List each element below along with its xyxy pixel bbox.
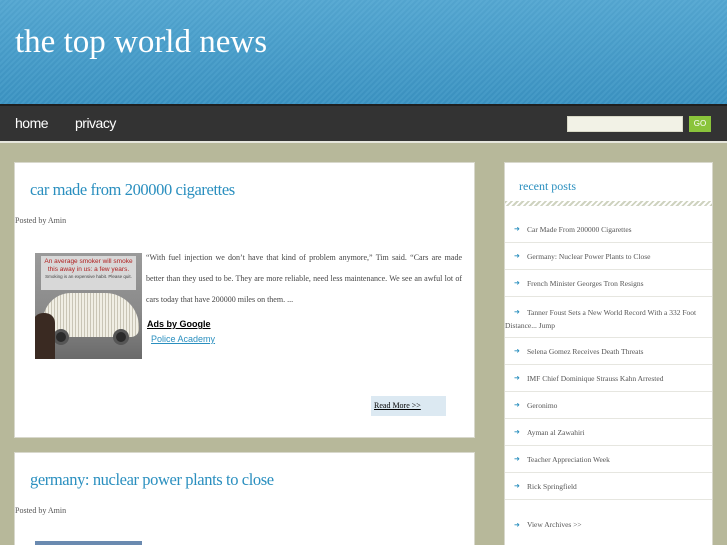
- chevron-right-icon: ➜: [514, 401, 520, 409]
- post-thumbnail[interactable]: [35, 541, 142, 545]
- recent-post-link[interactable]: Germany: Nuclear Power Plants to Close: [527, 252, 651, 261]
- post-title[interactable]: car made from 200000 cigarettes: [30, 180, 235, 200]
- chevron-right-icon: ➜: [514, 482, 520, 490]
- post-excerpt: “With fuel injection we don’t have that …: [146, 253, 462, 304]
- ad-link[interactable]: Police Academy: [151, 334, 215, 344]
- view-archives-item[interactable]: ➜ View Archives >>: [505, 500, 712, 545]
- recent-post-link[interactable]: Tanner Foust Sets a New World Record Wit…: [505, 308, 696, 330]
- post-author: Posted by Amin: [15, 506, 67, 515]
- chevron-right-icon: ➜: [514, 455, 520, 463]
- sidebar: recent posts ➜ Car Made From 200000 Cigar…: [504, 162, 713, 545]
- chevron-right-icon: ➜: [514, 279, 520, 287]
- car-wheel-icon: [53, 329, 69, 345]
- post-card: germany: nuclear power plants to close P…: [14, 452, 475, 545]
- chevron-right-icon: ➜: [514, 428, 520, 436]
- chevron-right-icon: ➜: [514, 308, 520, 316]
- recent-post-item[interactable]: ➜ Teacher Appreciation Week: [505, 446, 712, 473]
- search-input[interactable]: [567, 116, 683, 132]
- recent-post-link[interactable]: IMF Chief Dominique Strauss Kahn Arreste…: [527, 374, 663, 383]
- person-silhouette: [35, 313, 55, 359]
- chevron-right-icon: ➜: [514, 347, 520, 355]
- recent-post-link[interactable]: Ayman al Zawahiri: [527, 428, 585, 437]
- post-card: car made from 200000 cigarettes Posted b…: [14, 162, 475, 438]
- post-thumbnail[interactable]: An average smoker will smoke this away i…: [35, 253, 142, 359]
- recent-post-item[interactable]: ➜ French Minister Georges Tron Resigns: [505, 270, 712, 297]
- main-nav: home privacy GO: [0, 104, 727, 143]
- recent-post-link[interactable]: Teacher Appreciation Week: [527, 455, 610, 464]
- view-archives-link[interactable]: View Archives >>: [527, 520, 582, 529]
- site-header: the top world news: [0, 0, 727, 104]
- search-go-button[interactable]: GO: [689, 116, 711, 132]
- recent-post-item[interactable]: ➜ Ayman al Zawahiri: [505, 419, 712, 446]
- read-more-button[interactable]: Read More >>: [371, 396, 446, 416]
- read-more-label: Read More >>: [374, 401, 421, 410]
- thumbnail-sign-small-text: Smoking is an expensive habit. Please qu…: [45, 274, 132, 279]
- recent-post-item[interactable]: ➜ Car Made From 200000 Cigarettes: [505, 216, 712, 243]
- sidebar-title: recent posts: [519, 179, 576, 193]
- nav-privacy-link[interactable]: privacy: [75, 115, 116, 131]
- recent-posts-list: ➜ Car Made From 200000 Cigarettes ➜ German…: [505, 216, 712, 545]
- site-title[interactable]: the top world news: [15, 24, 267, 61]
- recent-post-item[interactable]: ➜ Selena Gomez Receives Death Threats: [505, 338, 712, 365]
- chevron-right-icon: ➜: [514, 252, 520, 260]
- recent-post-link[interactable]: Geronimo: [527, 401, 557, 410]
- recent-post-link[interactable]: Selena Gomez Receives Death Threats: [527, 347, 643, 356]
- post-title[interactable]: germany: nuclear power plants to close: [30, 470, 274, 490]
- thumbnail-sign-text: An average smoker will smoke this away i…: [44, 258, 133, 273]
- recent-post-link[interactable]: Car Made From 200000 Cigarettes: [527, 225, 632, 234]
- car-wheel-icon: [113, 329, 129, 345]
- recent-post-item[interactable]: ➜ Tanner Foust Sets a New World Record Wi…: [505, 297, 712, 338]
- ads-by-google-link[interactable]: Ads by Google: [147, 319, 211, 329]
- recent-post-item[interactable]: ➜ Rick Springfield: [505, 473, 712, 500]
- recent-post-item[interactable]: ➜ IMF Chief Dominique Strauss Kahn Arrest…: [505, 365, 712, 392]
- post-author: Posted by Amin: [15, 216, 67, 225]
- sidebar-divider: [505, 201, 712, 206]
- chevron-right-icon: ➜: [514, 225, 520, 233]
- recent-post-item[interactable]: ➜ Geronimo: [505, 392, 712, 419]
- recent-post-item[interactable]: ➜ Germany: Nuclear Power Plants to Close: [505, 243, 712, 270]
- chevron-right-icon: ➜: [514, 521, 520, 529]
- recent-post-link[interactable]: Rick Springfield: [527, 482, 577, 491]
- recent-post-link[interactable]: French Minister Georges Tron Resigns: [527, 279, 644, 288]
- chevron-right-icon: ➜: [514, 374, 520, 382]
- thumbnail-sign: An average smoker will smoke this away i…: [41, 256, 136, 290]
- nav-home-link[interactable]: home: [15, 115, 49, 131]
